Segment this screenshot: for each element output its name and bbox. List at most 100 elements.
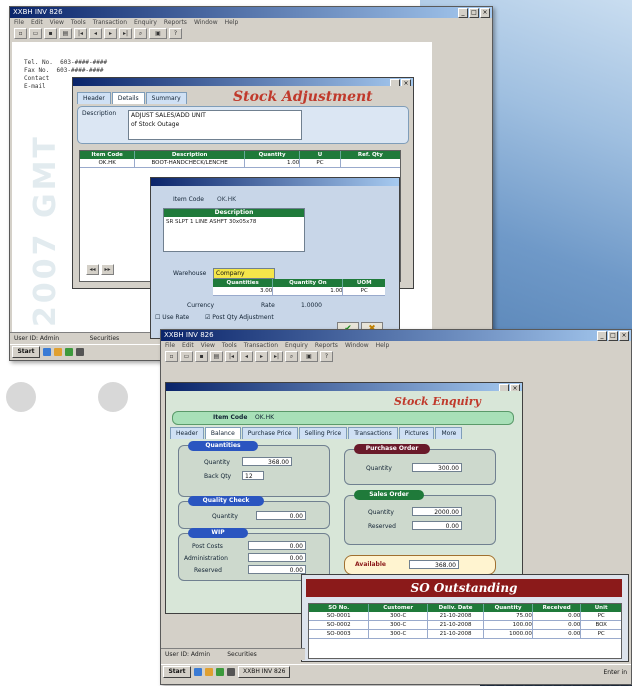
app-icon[interactable] — [65, 348, 73, 356]
open-icon[interactable]: ▭ — [29, 28, 42, 39]
menu-enquiry[interactable]: Enquiry — [285, 341, 308, 350]
find-icon[interactable]: ⌕ — [134, 28, 147, 39]
so-reserved-field[interactable]: 0.00 — [412, 521, 462, 530]
menu-view[interactable]: View — [50, 18, 64, 27]
form-title-bar[interactable]: _ × — [73, 78, 413, 86]
start-button[interactable]: Start — [163, 666, 191, 678]
desktop-icon[interactable] — [76, 348, 84, 356]
next-record-icon[interactable]: ▸ — [255, 351, 268, 362]
qc-quantity-field[interactable]: 0.00 — [256, 511, 306, 520]
menu-help[interactable]: Help — [225, 18, 239, 27]
prev-record-icon[interactable]: ◂ — [240, 351, 253, 362]
description-field[interactable]: ADJUST SALES/ADD UNIT of Stock Outage — [128, 110, 302, 140]
save-icon[interactable]: ▪ — [44, 28, 57, 39]
tab-header[interactable]: Header — [77, 92, 111, 104]
minimize-icon[interactable]: _ — [597, 331, 607, 341]
form-title-bar[interactable]: _ × — [166, 383, 522, 391]
table-row[interactable]: SO-0003 300-C 21-10-2008 1000.00 0.00 PC — [309, 630, 621, 639]
menu-window[interactable]: Window — [194, 18, 218, 27]
available-field[interactable]: 368.00 — [409, 560, 459, 569]
menu-window[interactable]: Window — [345, 341, 369, 350]
menu-file[interactable]: File — [14, 18, 24, 27]
menu-reports[interactable]: Reports — [164, 18, 187, 27]
checkbox-use-rate[interactable]: ☐ Use Rate — [155, 314, 189, 321]
back-qty-field[interactable]: 12 — [242, 471, 264, 480]
tab-header[interactable]: Header — [170, 427, 204, 439]
item-code-value[interactable]: OK.HK — [255, 414, 274, 421]
close-icon[interactable]: × — [510, 384, 520, 391]
desktop-icon[interactable] — [227, 668, 235, 676]
minimize-icon[interactable]: _ — [458, 8, 468, 18]
menu-file[interactable]: File — [165, 341, 175, 350]
menu-enquiry[interactable]: Enquiry — [134, 18, 157, 27]
grid-last-icon[interactable]: ▸▸ — [101, 264, 114, 275]
warehouse-field[interactable]: Company — [213, 268, 275, 279]
folder-icon[interactable] — [54, 348, 62, 356]
new-icon[interactable]: ▫ — [165, 351, 178, 362]
taskbar-item[interactable]: XXBH INV 826 — [238, 666, 291, 678]
last-record-icon[interactable]: ▸| — [270, 351, 283, 362]
tab-purchase-price[interactable]: Purchase Price — [241, 427, 298, 439]
menu-reports[interactable]: Reports — [315, 341, 338, 350]
menu-tools[interactable]: Tools — [222, 341, 237, 350]
prev-record-icon[interactable]: ◂ — [89, 28, 102, 39]
menu-tools[interactable]: Tools — [71, 18, 86, 27]
menu-edit[interactable]: Edit — [31, 18, 43, 27]
tab-selling-price[interactable]: Selling Price — [298, 427, 348, 439]
close-icon[interactable]: × — [619, 331, 629, 341]
tab-transactions[interactable]: Transactions — [348, 427, 398, 439]
new-icon[interactable]: ▫ — [14, 28, 27, 39]
window-title-bar[interactable]: XXBH INV 826 _ □ × — [10, 7, 492, 18]
administration-field[interactable]: 0.00 — [248, 553, 306, 562]
menu-help[interactable]: Help — [376, 341, 390, 350]
qty-row[interactable]: 3.00 1.00 PC — [213, 287, 385, 296]
quantity-field[interactable]: 368.00 — [242, 457, 292, 466]
help-icon[interactable]: ? — [320, 351, 333, 362]
close-icon[interactable]: × — [480, 8, 490, 18]
maximize-icon[interactable]: □ — [469, 8, 479, 18]
item-code-value[interactable]: OK.HK — [217, 196, 236, 203]
minimize-icon[interactable]: _ — [499, 384, 509, 391]
zoom-icon[interactable]: ▣ — [300, 351, 318, 362]
po-quantity-field[interactable]: 300.00 — [412, 463, 462, 472]
start-button[interactable]: Start — [12, 346, 40, 358]
zoom-icon[interactable]: ▣ — [149, 28, 167, 39]
menu-edit[interactable]: Edit — [182, 341, 194, 350]
print-icon[interactable]: ▤ — [59, 28, 72, 39]
open-icon[interactable]: ▭ — [180, 351, 193, 362]
table-row[interactable]: OK.HK BOOT-HANDCHECK/LENCHE 1.00 PC — [80, 159, 400, 168]
folder-icon[interactable] — [205, 668, 213, 676]
tab-pictures[interactable]: Pictures — [398, 427, 435, 439]
maximize-icon[interactable]: □ — [608, 331, 618, 341]
tab-balance[interactable]: Balance — [204, 427, 241, 439]
print-icon[interactable]: ▤ — [210, 351, 223, 362]
tab-details[interactable]: Details — [111, 92, 145, 104]
window-title-bar[interactable]: XXBH INV 826 _ □ × — [161, 330, 631, 341]
reserved-field[interactable]: 0.00 — [248, 565, 306, 574]
grid-first-icon[interactable]: ◂◂ — [86, 264, 99, 275]
table-row[interactable]: SO-0002 300-C 21-10-2008 100.00 0.00 BOX — [309, 621, 621, 630]
save-icon[interactable]: ▪ — [195, 351, 208, 362]
tab-more[interactable]: More — [435, 427, 463, 439]
first-record-icon[interactable]: |◂ — [74, 28, 87, 39]
close-icon[interactable]: × — [401, 79, 411, 86]
rate-value[interactable]: 1.0000 — [301, 302, 322, 309]
dialog-title-bar[interactable] — [151, 178, 399, 186]
minimize-icon[interactable]: _ — [390, 79, 400, 86]
help-icon[interactable]: ? — [169, 28, 182, 39]
tab-summary[interactable]: Summary — [145, 92, 187, 104]
menu-transaction[interactable]: Transaction — [93, 18, 127, 27]
post-costs-field[interactable]: 0.00 — [248, 541, 306, 550]
ie-icon[interactable] — [43, 348, 51, 356]
table-row[interactable]: SO-0001 300-C 21-10-2008 75.00 0.00 PC — [309, 612, 621, 621]
so-quantity-field[interactable]: 2000.00 — [412, 507, 462, 516]
menu-view[interactable]: View — [201, 341, 215, 350]
ie-icon[interactable] — [194, 668, 202, 676]
find-icon[interactable]: ⌕ — [285, 351, 298, 362]
menu-transaction[interactable]: Transaction — [244, 341, 278, 350]
next-record-icon[interactable]: ▸ — [104, 28, 117, 39]
first-record-icon[interactable]: |◂ — [225, 351, 238, 362]
checkbox-post-adjust[interactable]: ☑ Post Qty Adjustment — [205, 314, 274, 321]
last-record-icon[interactable]: ▸| — [119, 28, 132, 39]
app-icon[interactable] — [216, 668, 224, 676]
